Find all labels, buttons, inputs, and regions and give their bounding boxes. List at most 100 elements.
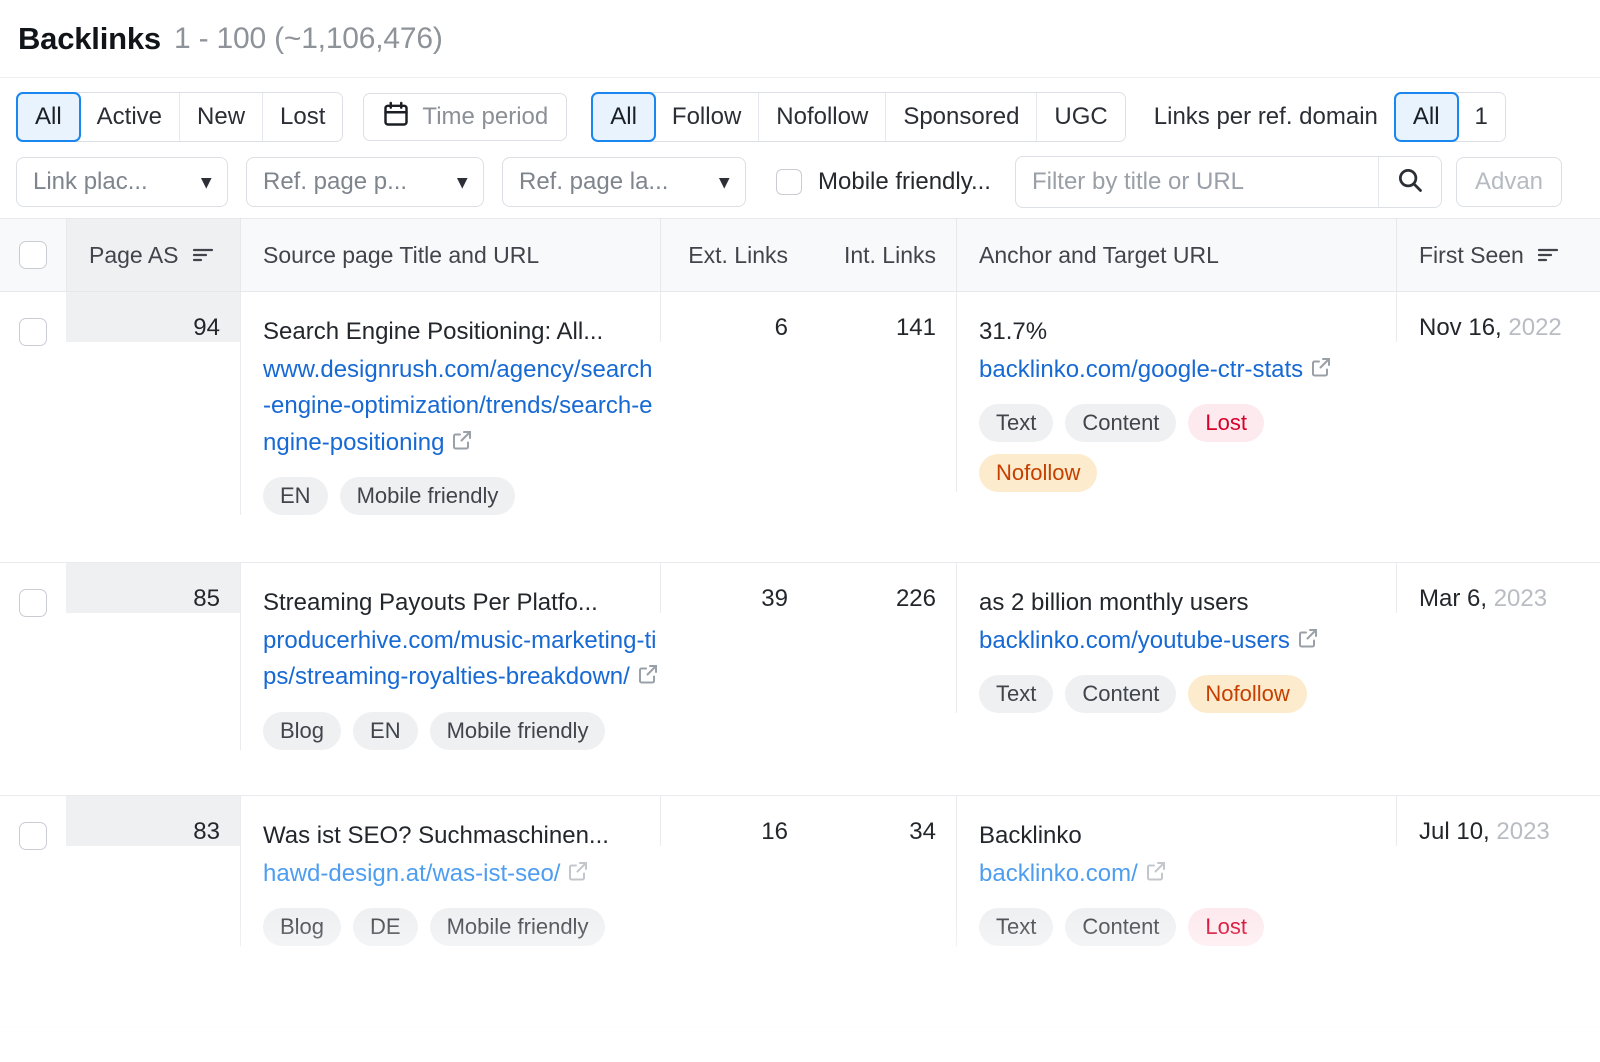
row-checkbox[interactable] — [19, 318, 47, 346]
cell-anchor-target: Backlinko backlinko.com/ Text Content Lo… — [956, 796, 1396, 946]
column-header-source-page[interactable]: Source page Title and URL — [240, 219, 660, 291]
row-select-cell[interactable] — [0, 292, 66, 346]
mobile-friendly-checkbox[interactable]: Mobile friendly... — [776, 168, 991, 196]
external-link-icon[interactable] — [566, 858, 590, 894]
link-placement-dropdown[interactable]: Link plac... ▾ — [16, 157, 228, 207]
status-segment-lost[interactable]: Lost — [263, 93, 342, 141]
row-checkbox[interactable] — [19, 822, 47, 850]
anchor-text: Backlinko — [979, 818, 1396, 854]
external-link-icon[interactable] — [1296, 625, 1320, 661]
column-header-page-as[interactable]: Page AS — [66, 219, 240, 291]
first-seen-date: Jul 10, 2023 — [1419, 818, 1550, 845]
table-row[interactable]: 83 Was ist SEO? Suchmaschinen... hawd-de… — [0, 796, 1600, 1027]
link-placement-dropdown-label: Link plac... — [33, 168, 148, 196]
source-page-url-text: producerhive.com/music-marketing-tips/st… — [263, 627, 656, 690]
cell-int-links: 226 — [808, 563, 956, 613]
tag: Text — [979, 404, 1053, 442]
table-row[interactable]: 94 Search Engine Positioning: All... www… — [0, 292, 1600, 563]
table-row[interactable]: 85 Streaming Payouts Per Platfo... produ… — [0, 563, 1600, 796]
follow-segment-sponsored[interactable]: Sponsored — [886, 93, 1037, 141]
ref-page-platform-dropdown[interactable]: Ref. page p... ▾ — [246, 157, 484, 207]
target-url-text: backlinko.com/ — [979, 860, 1138, 887]
first-seen-month: Mar 6, — [1419, 585, 1487, 612]
row-select-cell[interactable] — [0, 563, 66, 617]
advanced-filters-label: Advan — [1475, 168, 1543, 196]
filter-search-box[interactable] — [1015, 156, 1442, 208]
column-header-anchor-target[interactable]: Anchor and Target URL — [956, 219, 1396, 291]
tag-lost: Lost — [1188, 404, 1264, 442]
tag: Mobile friendly — [340, 477, 516, 515]
filter-bar: All Active New Lost Time period All Foll… — [0, 78, 1600, 218]
cell-source-page: Search Engine Positioning: All... www.de… — [240, 292, 660, 515]
follow-type-segmented-control[interactable]: All Follow Nofollow Sponsored UGC — [591, 92, 1126, 142]
anchor-tags: Text Content Lost — [979, 908, 1379, 946]
column-header-page-as-label: Page AS — [89, 242, 179, 269]
links-per-domain-segment-all[interactable]: All — [1394, 92, 1459, 142]
links-per-domain-segment-1[interactable]: 1 — [1458, 93, 1505, 141]
cell-first-seen: Jul 10, 2023 — [1396, 796, 1600, 846]
select-all-checkbox[interactable] — [19, 241, 47, 269]
ref-page-language-dropdown[interactable]: Ref. page la... ▾ — [502, 157, 746, 207]
cell-anchor-target: as 2 billion monthly users backlinko.com… — [956, 563, 1396, 713]
target-url[interactable]: backlinko.com/google-ctr-stats — [979, 352, 1396, 390]
tag: Content — [1065, 404, 1176, 442]
source-page-url[interactable]: hawd-design.at/was-ist-seo/ — [263, 856, 660, 894]
first-seen-year: 2023 — [1496, 818, 1549, 845]
tag: Blog — [263, 712, 341, 750]
external-link-icon[interactable] — [636, 661, 660, 697]
mobile-friendly-checkbox-box[interactable] — [776, 169, 802, 195]
cell-first-seen: Nov 16, 2022 — [1396, 292, 1600, 342]
anchor-text: as 2 billion monthly users — [979, 585, 1396, 621]
first-seen-month: Jul 10, — [1419, 818, 1490, 845]
source-page-url[interactable]: www.designrush.com/agency/search-engine-… — [263, 352, 660, 463]
row-select-cell[interactable] — [0, 796, 66, 850]
status-segmented-control[interactable]: All Active New Lost — [16, 92, 343, 142]
column-header-int-links-label: Int. Links — [844, 242, 936, 269]
chevron-down-icon: ▾ — [201, 171, 211, 194]
sort-icon[interactable] — [1536, 245, 1560, 265]
cell-page-as: 85 — [66, 563, 240, 613]
status-segment-all[interactable]: All — [16, 92, 81, 142]
column-header-int-links[interactable]: Int. Links — [808, 219, 956, 291]
status-segment-active[interactable]: Active — [80, 93, 180, 141]
follow-segment-follow[interactable]: Follow — [655, 93, 759, 141]
follow-segment-all[interactable]: All — [591, 92, 656, 142]
column-header-first-seen[interactable]: First Seen — [1396, 219, 1600, 291]
tag-nofollow: Nofollow — [1188, 675, 1306, 713]
source-page-title: Streaming Payouts Per Platfo... — [263, 585, 660, 621]
page-header: Backlinks 1 - 100 (~1,106,476) — [0, 0, 1600, 78]
chevron-down-icon: ▾ — [457, 171, 467, 194]
result-range: 1 - 100 (~1,106,476) — [174, 22, 443, 56]
source-page-url-text: hawd-design.at/was-ist-seo/ — [263, 860, 560, 887]
sort-icon[interactable] — [191, 245, 215, 265]
follow-segment-ugc[interactable]: UGC — [1037, 93, 1124, 141]
tag: Blog — [263, 908, 341, 946]
cell-page-as: 94 — [66, 292, 240, 342]
mobile-friendly-label: Mobile friendly... — [818, 168, 991, 196]
status-segment-new[interactable]: New — [180, 93, 263, 141]
links-per-ref-domain-label: Links per ref. domain — [1154, 103, 1378, 131]
search-input[interactable] — [1016, 157, 1378, 207]
links-per-ref-domain-segmented-control[interactable]: All 1 — [1394, 92, 1506, 142]
time-period-button[interactable]: Time period — [363, 93, 567, 141]
external-link-icon[interactable] — [1309, 354, 1333, 390]
column-header-ext-links[interactable]: Ext. Links — [660, 219, 808, 291]
follow-segment-nofollow[interactable]: Nofollow — [759, 93, 886, 141]
external-link-icon[interactable] — [1144, 858, 1168, 894]
advanced-filters-button[interactable]: Advan — [1456, 157, 1562, 207]
external-link-icon[interactable] — [450, 427, 474, 463]
cell-int-links: 141 — [808, 292, 956, 342]
tag: DE — [353, 908, 418, 946]
search-button[interactable] — [1378, 157, 1441, 207]
source-page-tags: EN Mobile friendly — [263, 477, 660, 515]
target-url[interactable]: backlinko.com/youtube-users — [979, 623, 1396, 661]
target-url[interactable]: backlinko.com/ — [979, 856, 1396, 894]
source-page-title: Search Engine Positioning: All... — [263, 314, 660, 350]
source-page-url[interactable]: producerhive.com/music-marketing-tips/st… — [263, 623, 660, 698]
page-title: Backlinks — [18, 21, 161, 57]
cell-page-as: 83 — [66, 796, 240, 846]
tag: Content — [1065, 675, 1176, 713]
select-all-cell[interactable] — [0, 219, 66, 291]
first-seen-date: Nov 16, 2022 — [1419, 314, 1562, 341]
row-checkbox[interactable] — [19, 589, 47, 617]
